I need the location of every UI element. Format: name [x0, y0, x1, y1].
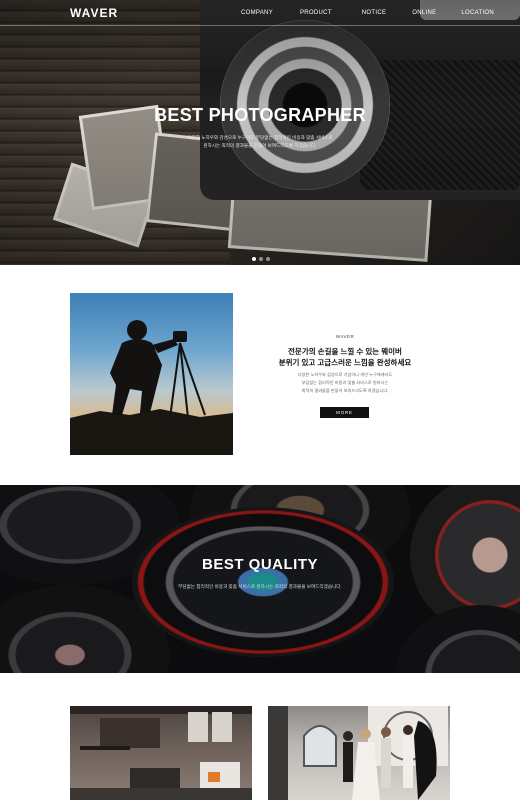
about-text: 다양한 노하우와 감성으로 기업이나 개인 누구에게라도 부담없는 합리적인 비…: [280, 371, 410, 395]
about-heading-line: 전문가의 손길을 느낄 수 있는 웨이버: [288, 347, 402, 356]
logo[interactable]: WAVER: [70, 6, 118, 20]
hero-overlay: [0, 0, 520, 265]
nav-item-notice[interactable]: NOTICE: [362, 10, 386, 16]
quality-title: BEST QUALITY: [201, 556, 318, 573]
studio-interior-image: [70, 706, 252, 800]
hero-banner: WAVER COMPANY PRODUCT NOTICE ONLINE LOCA…: [0, 0, 520, 265]
slider-dot[interactable]: [252, 257, 256, 261]
quality-banner: [0, 485, 520, 673]
studio-interior-graphic: [70, 706, 252, 800]
top-navigation: WAVER COMPANY PRODUCT NOTICE ONLINE LOCA…: [0, 0, 520, 26]
hero-description: 다양한 노하우와 감성으로 누구라도 부담없는 합리적인 비용과 맞춤 서비스로…: [175, 134, 345, 150]
nav-item-online[interactable]: ONLINE: [412, 10, 436, 16]
quality-description: 부담없는 합리적인 비용과 맞춤 서비스로 원하시는 최적의 결과물을 보여드리…: [178, 584, 342, 589]
silhouette-graphic: [70, 320, 233, 455]
slider-dot[interactable]: [266, 257, 270, 261]
nav-item-location[interactable]: LOCATION: [461, 10, 494, 16]
slider-pagination: [252, 257, 273, 261]
more-button[interactable]: MORE: [320, 407, 369, 418]
nav-divider: [0, 25, 520, 26]
about-kicker: WAVER: [335, 334, 355, 339]
lens-image: [395, 605, 520, 673]
photographer-silhouette-image: [70, 293, 233, 455]
nav-item-company[interactable]: COMPANY: [241, 10, 273, 16]
hero-description-line: 다양한 노하우와 감성으로 누구라도 부담없는 합리적인 비용과 맞춤 서비스로: [187, 135, 333, 140]
studio-shoot-image: [268, 706, 450, 800]
hero-description-line: 원하시는 최적의 결과물을 만들어 보여드리도록 하겠습니다.: [203, 143, 317, 148]
studio-shoot-graphic: [268, 706, 448, 800]
about-heading: 전문가의 손길을 느낄 수 있는 웨이버 분위기 있고 고급스러운 느낌을 완성…: [270, 346, 420, 368]
about-text-line: 부담없는 합리적인 비용과 맞춤 서비스로 원하시는: [301, 380, 389, 385]
about-text-line: 다양한 노하우와 감성으로 기업이나 개인 누구에게라도: [297, 372, 393, 377]
featured-lens: [132, 507, 394, 657]
nav-item-product[interactable]: PRODUCT: [300, 10, 332, 16]
hero-title: BEST PHOTOGRAPHER: [154, 105, 366, 125]
slider-dot[interactable]: [259, 257, 263, 261]
about-heading-line: 분위기 있고 고급스러운 느낌을 완성하세요: [278, 358, 412, 367]
nav-menu: COMPANY PRODUCT NOTICE ONLINE LOCATION: [241, 10, 520, 16]
about-text-line: 최적의 결과물을 만들어 보여드리도록 하겠습니다.: [301, 388, 389, 393]
